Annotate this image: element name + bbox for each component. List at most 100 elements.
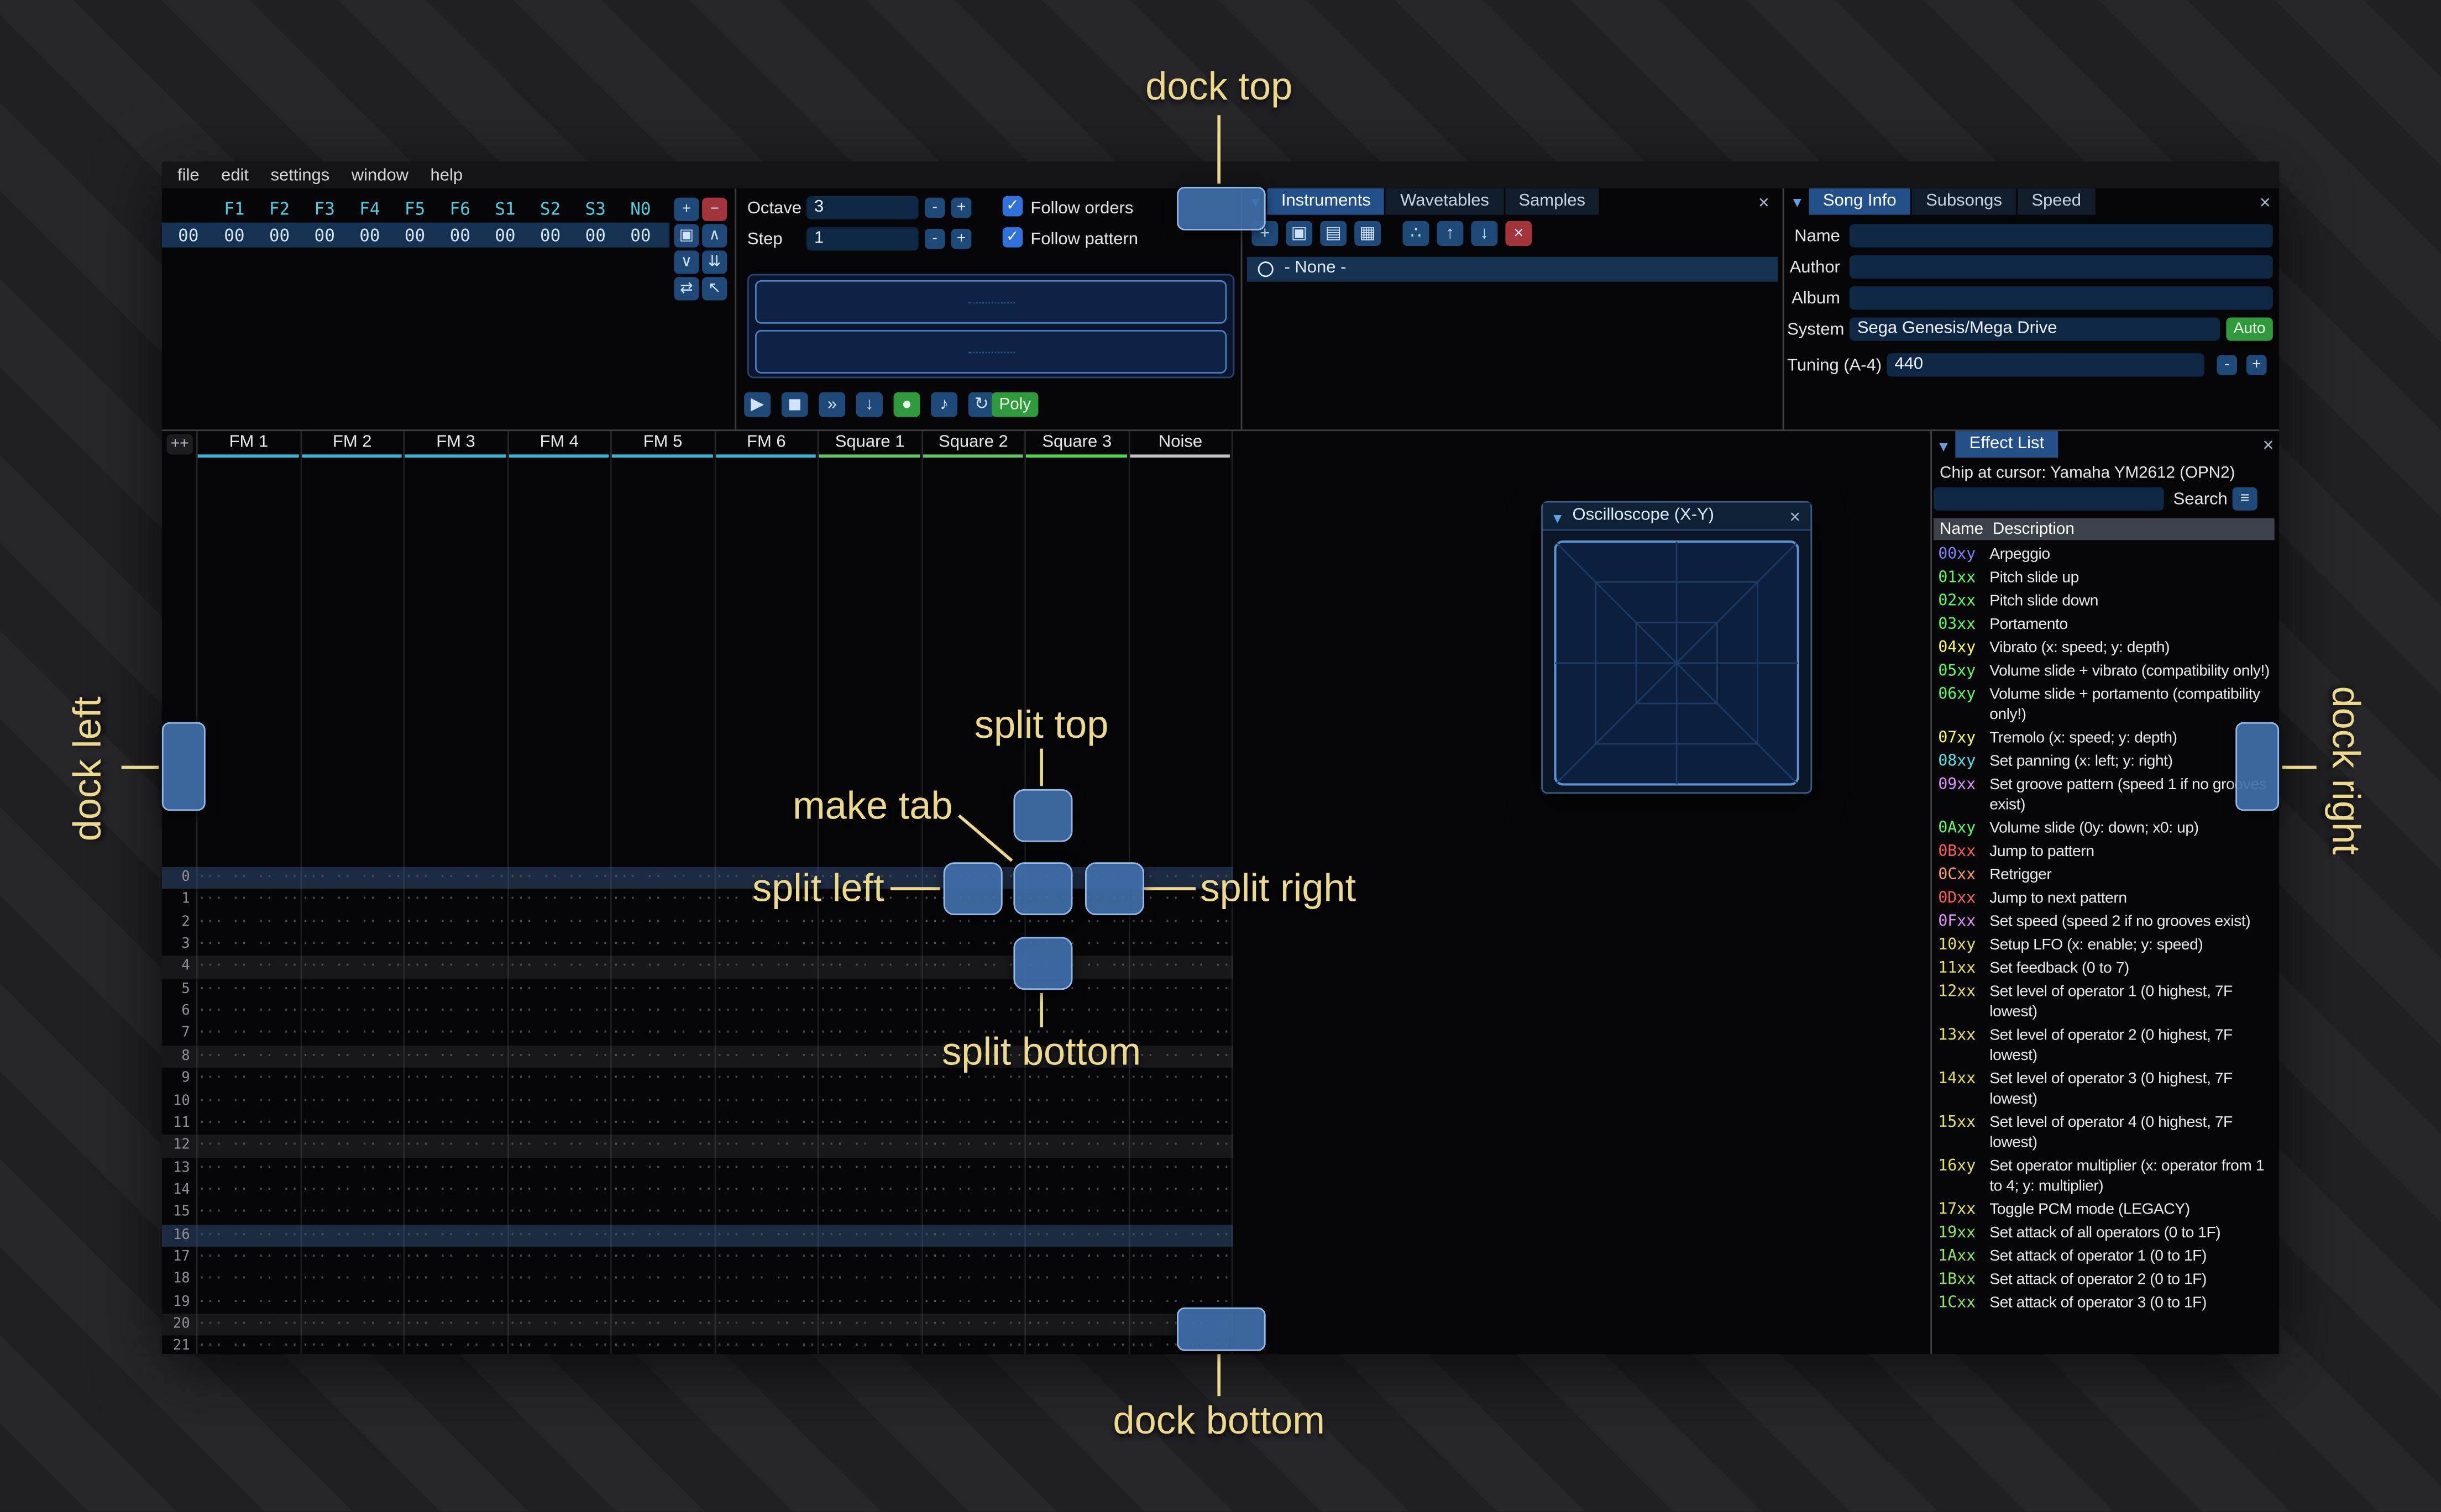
pattern-cell[interactable]: ··· ·· ·· ··· [612,934,715,956]
octave-input[interactable]: 3 [806,196,919,220]
instrument-delete-button[interactable]: × [1505,221,1532,246]
order-cell[interactable]: 00 [437,224,483,248]
pattern-cell[interactable]: ··· ·· ·· ··· [509,1112,612,1135]
pattern-cell[interactable]: ··· ·· ·· ··· [819,1068,922,1090]
pattern-cell[interactable]: ··· ·· ·· ··· [819,1135,922,1157]
dock-target-split-top[interactable] [1013,789,1073,842]
pattern-cell[interactable]: ··· ·· ·· ··· [1026,1314,1129,1336]
menu-item-window[interactable]: window [352,166,408,185]
pattern-cell[interactable]: ··· ·· ·· ··· [612,1202,715,1224]
step-input[interactable]: 1 [806,227,919,251]
menu-item-file[interactable]: file [177,166,200,185]
effect-row[interactable]: 10xy Setup LFO (x: enable; y: speed) [1934,934,2276,957]
pattern-cell[interactable]: ··· ·· ·· ··· [715,1157,819,1179]
instrument-move-down-button[interactable]: ↓ [1471,221,1498,246]
channel-header-square-1[interactable]: Square 1 [819,431,923,458]
pattern-cell[interactable]: ··· ·· ·· ··· [1026,1001,1129,1023]
pattern-cell[interactable]: ··· ·· ·· ··· [715,1090,819,1112]
effect-row[interactable]: 0Cxx Retrigger [1934,864,2276,887]
pattern-cell[interactable]: ··· ·· ·· ··· [923,1224,1026,1246]
pattern-row[interactable]: 13 ··· ·· ·· ··· ··· ·· ·· ··· ··· ·· ·· ··… [162,1157,1233,1179]
pattern-cell[interactable]: ··· ·· ·· ··· [715,979,819,1001]
pattern-cell[interactable]: ··· ·· ·· ··· [301,956,405,978]
pattern-row[interactable]: 11 ··· ·· ·· ··· ··· ·· ·· ··· ··· ·· ·· ··… [162,1112,1233,1135]
pattern-cell[interactable]: ··· ·· ·· ··· [509,1090,612,1112]
channel-header-fm-6[interactable]: FM 6 [715,431,819,458]
pattern-cell[interactable]: ··· ·· ·· ··· [198,1224,301,1246]
pattern-cell[interactable]: ··· ·· ·· ··· [405,1336,508,1354]
pattern-cell[interactable]: ··· ·· ·· ··· [1129,1112,1233,1135]
pattern-cell[interactable]: ··· ·· ·· ··· [405,1314,508,1336]
pattern-cell[interactable]: ··· ·· ·· ··· [612,1023,715,1046]
orders-duplicate-to-end-button[interactable]: ⇊ [702,250,727,274]
pattern-cell[interactable]: ··· ·· ·· ··· [612,1179,715,1201]
tab-samples[interactable]: Samples [1505,188,1600,215]
pattern-cell[interactable]: ··· ·· ·· ··· [923,1314,1026,1336]
order-cell[interactable]: 00 [347,224,392,248]
pattern-cell[interactable]: ··· ·· ·· ··· [1129,979,1233,1001]
pattern-row[interactable]: 2 ··· ·· ·· ··· ··· ·· ·· ··· ··· ·· ·· ···… [162,911,1233,933]
name-field[interactable] [1849,224,2273,248]
pattern-cell[interactable]: ··· ·· ·· ··· [612,1247,715,1269]
effect-row[interactable]: 17xx Toggle PCM mode (LEGACY) [1934,1199,2276,1222]
follow-orders-checkbox[interactable]: ✓ [1002,196,1023,217]
pattern-cell[interactable]: ··· ·· ·· ··· [198,1112,301,1135]
pattern-cell[interactable]: ··· ·· ·· ··· [819,1112,922,1135]
pattern-cell[interactable]: ··· ·· ·· ··· [509,867,612,889]
pattern-cell[interactable]: ··· ·· ·· ··· [923,1336,1026,1354]
pattern-cell[interactable]: ··· ·· ·· ··· [1026,1269,1129,1291]
pattern-cell[interactable]: ··· ·· ·· ··· [301,1112,405,1135]
pattern-cell[interactable]: ··· ·· ·· ··· [509,1046,612,1068]
pattern-cell[interactable]: ··· ·· ·· ··· [923,934,1026,956]
pattern-cell[interactable]: ··· ·· ·· ··· [301,1314,405,1336]
instrument-none-radio[interactable] [1258,261,1274,277]
pattern-cell[interactable]: ··· ·· ·· ··· [405,1157,508,1179]
pattern-cell[interactable]: ··· ·· ·· ··· [1129,1068,1233,1090]
dock-target-top[interactable] [1177,186,1266,230]
pattern-cell[interactable]: ··· ·· ·· ··· [819,1269,922,1291]
effect-row[interactable]: 01xx Pitch slide up [1934,566,2276,590]
effect-row[interactable]: 14xx Set level of operator 3 (0 highest, … [1934,1068,2276,1111]
instruments-close-icon[interactable]: × [1753,191,1774,213]
pattern-cell[interactable]: ··· ·· ·· ··· [198,1336,301,1354]
pattern-cell[interactable]: ··· ·· ·· ··· [923,1247,1026,1269]
pattern-cell[interactable]: ··· ·· ·· ··· [198,1269,301,1291]
order-row-index[interactable]: 00 [165,224,212,248]
octave-increase-button[interactable]: + [951,197,972,218]
pattern-cell[interactable]: ··· ·· ·· ··· [715,934,819,956]
pattern-cell[interactable]: ··· ·· ·· ··· [198,934,301,956]
pattern-cell[interactable]: ··· ·· ·· ··· [301,867,405,889]
dock-target-left[interactable] [161,722,206,811]
instrument-save-button[interactable]: ▦ [1354,221,1381,246]
effect-row[interactable]: 09xx Set groove pattern (speed 1 if no gr… [1934,774,2276,817]
dock-target-split-left[interactable] [943,862,1003,916]
instrument-move-up-button[interactable]: ↑ [1437,221,1464,246]
effect-row[interactable]: 13xx Set level of operator 2 (0 highest, … [1934,1024,2276,1068]
effect-row[interactable]: 15xx Set level of operator 4 (0 highest, … [1934,1111,2276,1155]
oscilloscope-window[interactable]: ▼ Oscilloscope (X-Y) × [1541,501,1813,794]
pattern-cell[interactable]: ··· ·· ·· ··· [301,889,405,911]
pattern-cell[interactable]: ··· ·· ·· ··· [405,1023,508,1046]
pattern-cell[interactable]: ··· ·· ·· ··· [405,1135,508,1157]
pattern-cell[interactable]: ··· ·· ·· ··· [819,1224,922,1246]
pattern-cell[interactable]: ··· ·· ·· ··· [1026,1247,1129,1269]
pattern-cell[interactable]: ··· ·· ·· ··· [405,889,508,911]
channel-header-square-3[interactable]: Square 3 [1025,431,1130,458]
pattern-row[interactable]: 17 ··· ·· ·· ··· ··· ·· ·· ··· ··· ·· ·· ··… [162,1247,1233,1269]
pattern-cell[interactable]: ··· ·· ·· ··· [509,1336,612,1354]
pattern-cell[interactable]: ··· ·· ·· ··· [612,1314,715,1336]
pattern-cell[interactable]: ··· ·· ·· ··· [405,1202,508,1224]
pattern-cell[interactable]: ··· ·· ·· ··· [301,979,405,1001]
pattern-cell[interactable]: ··· ·· ·· ··· [923,1292,1026,1314]
pattern-cell[interactable]: ··· ·· ·· ··· [1026,1179,1129,1201]
tab-effect-list[interactable]: Effect List [1955,431,2058,458]
pattern-cell[interactable]: ··· ·· ·· ··· [509,1314,612,1336]
pattern-cell[interactable]: ··· ·· ·· ··· [198,1179,301,1201]
pattern-cell[interactable]: ··· ·· ·· ··· [509,889,612,911]
pattern-cell[interactable]: ··· ·· ·· ··· [819,1247,922,1269]
poly-button[interactable]: Poly [992,392,1039,417]
pattern-cell[interactable]: ··· ·· ·· ··· [405,1224,508,1246]
channel-header-square-2[interactable]: Square 2 [922,431,1026,458]
pattern-cell[interactable]: ··· ·· ·· ··· [1026,1292,1129,1314]
pattern-cell[interactable]: ··· ·· ·· ··· [1129,1135,1233,1157]
